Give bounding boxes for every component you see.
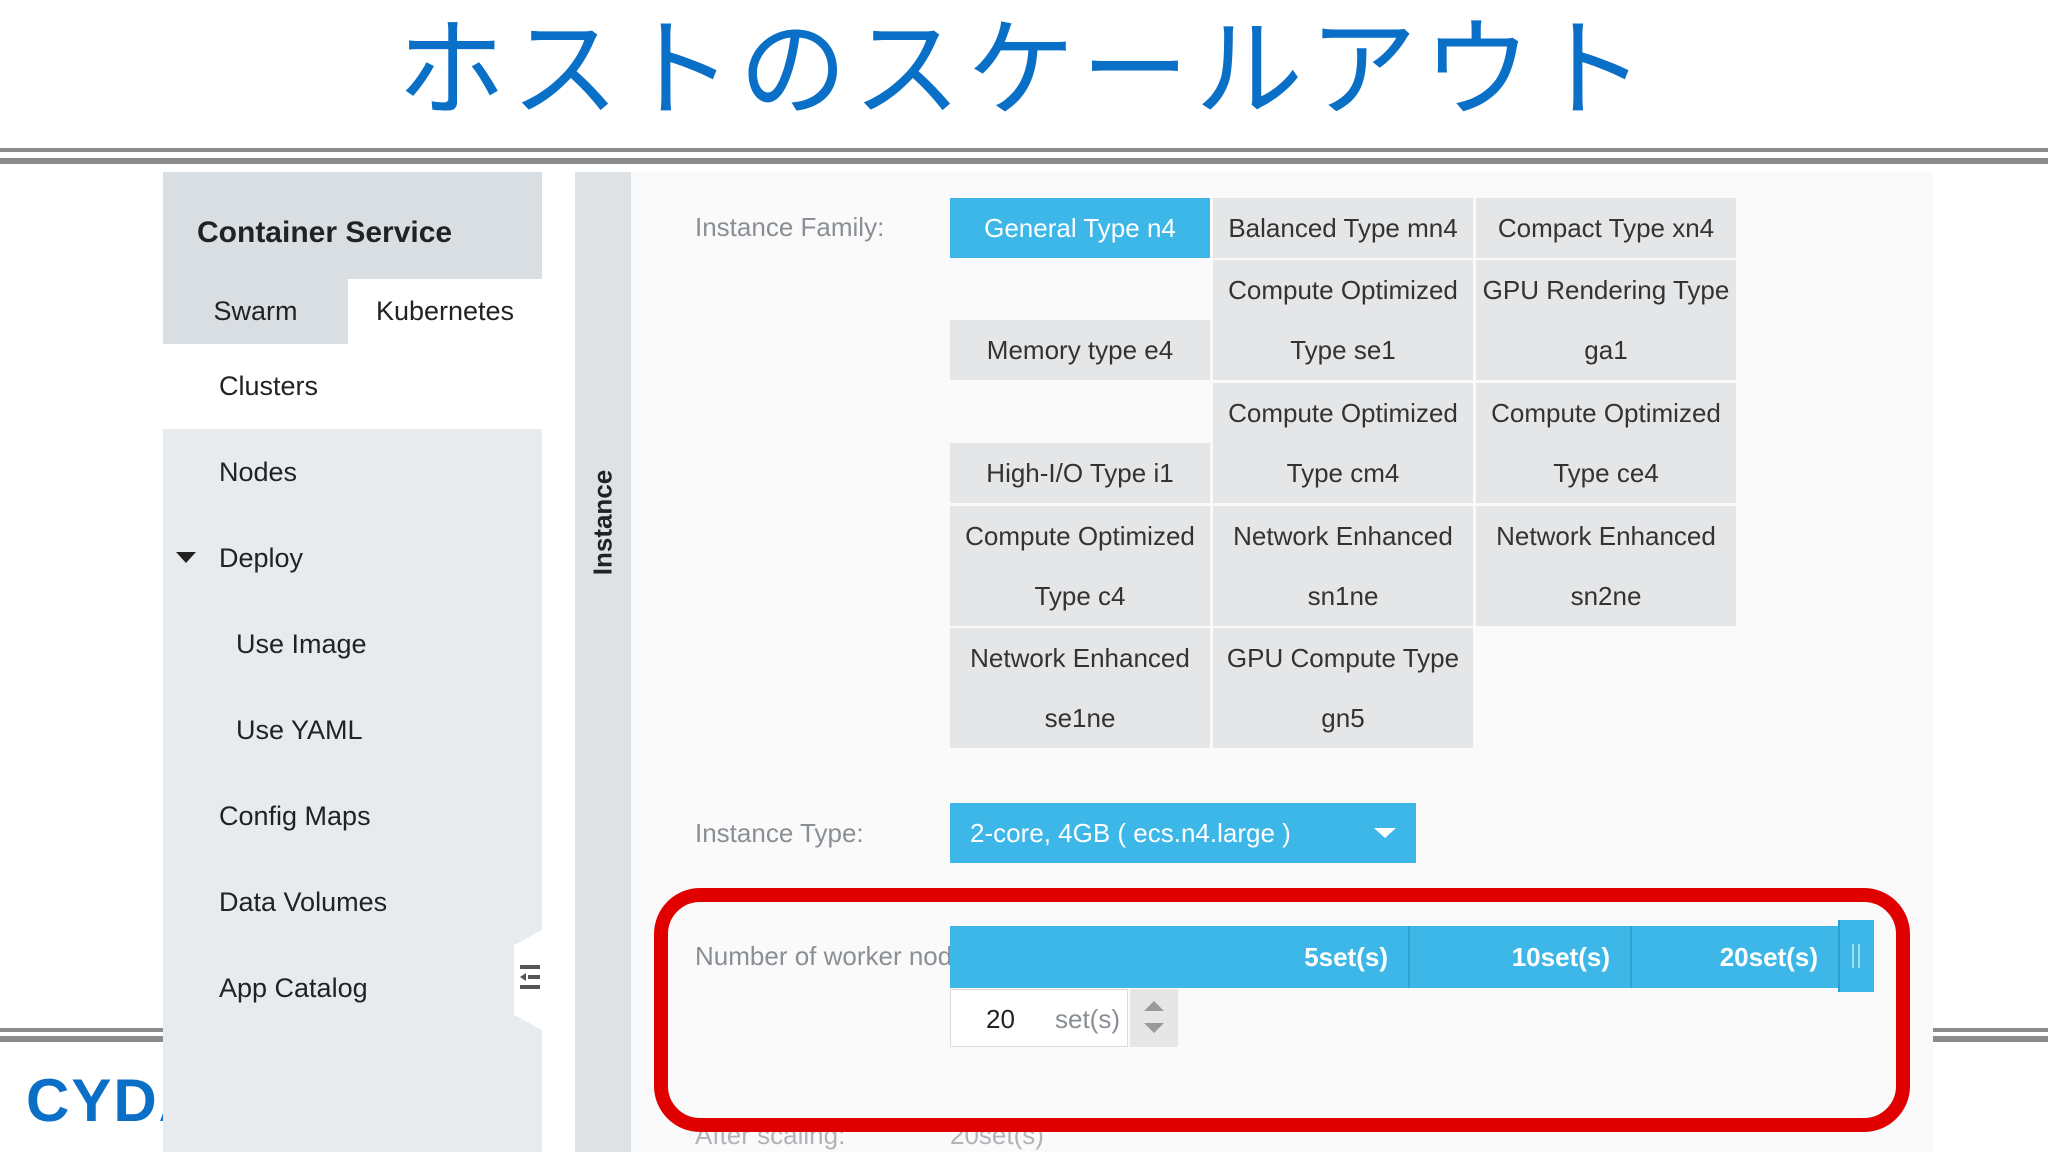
sidebar-item-use-image[interactable]: Use Image (236, 629, 367, 660)
sidebar-item-deploy[interactable]: Deploy (219, 543, 303, 574)
tab-kubernetes[interactable]: Kubernetes (348, 279, 542, 344)
family-option-label: Compute Optimized (1491, 398, 1721, 428)
title-divider-thick (0, 158, 2048, 164)
instance-family-label: Instance Family: (695, 212, 885, 242)
family-option-label: Compute Optimized (965, 521, 1195, 551)
family-option-gpu-gn5[interactable]: GPU Compute Type gn5 (1213, 628, 1473, 748)
collapse-sidebar-icon[interactable] (518, 962, 542, 992)
family-option-compact-xn4[interactable]: Compact Type xn4 (1476, 198, 1736, 258)
family-option-sublabel: sn2ne (1570, 581, 1642, 611)
sidebar-item-use-yaml[interactable]: Use YAML (236, 715, 363, 746)
sidebar-item-app-catalog[interactable]: App Catalog (219, 973, 368, 1004)
section-label-instance: Instance (587, 469, 618, 575)
instance-type-select[interactable]: 2-core, 4GB ( ecs.n4.large ) (950, 803, 1416, 863)
family-option-compute-se1[interactable]: Compute Optimized Type se1 (1213, 260, 1473, 380)
instance-type-value: 2-core, 4GB ( ecs.n4.large ) (970, 818, 1291, 848)
section-label-wrapper: Instance (575, 172, 631, 872)
family-option-label: GPU Compute Type (1226, 643, 1460, 673)
family-option-label: Compute Optimized (1228, 275, 1458, 305)
family-option-sublabel: Type ce4 (1553, 458, 1659, 488)
family-option-memory-e4[interactable]: Memory type e4 (950, 320, 1210, 380)
chevron-down-icon (1374, 828, 1396, 838)
sidebar-item-nodes[interactable]: Nodes (219, 457, 297, 488)
family-option-label: Compact Type xn4 (1497, 213, 1715, 243)
family-option-balanced-mn4[interactable]: Balanced Type mn4 (1213, 198, 1473, 258)
family-option-sublabel: Type cm4 (1286, 458, 1400, 488)
family-option-gpu-ga1[interactable]: GPU Rendering Type ga1 (1476, 260, 1736, 380)
family-option-label: Network Enhanced (970, 643, 1190, 673)
family-option-label: Memory type e4 (986, 335, 1174, 365)
family-option-label: Network Enhanced (1496, 521, 1716, 551)
family-option-network-sn1ne[interactable]: Network Enhanced sn1ne (1213, 506, 1473, 626)
chevron-down-icon[interactable] (176, 552, 196, 563)
slide-title: ホストのスケールアウト (396, 8, 1651, 133)
sidebar-item-config-maps[interactable]: Config Maps (219, 801, 371, 832)
family-option-label: Balanced Type mn4 (1228, 213, 1458, 243)
sidebar-item-clusters[interactable]: Clusters (219, 371, 318, 402)
family-option-label: Network Enhanced (1233, 521, 1453, 551)
family-option-high-io-i1[interactable]: High-I/O Type i1 (950, 443, 1210, 503)
family-option-compute-cm4[interactable]: Compute Optimized Type cm4 (1213, 383, 1473, 503)
highlight-annotation (654, 888, 1910, 1132)
family-option-sublabel: se1ne (1044, 703, 1116, 733)
instance-type-label: Instance Type: (695, 818, 864, 848)
family-option-sublabel: ga1 (1584, 335, 1628, 365)
family-option-compute-c4[interactable]: Compute Optimized Type c4 (950, 506, 1210, 626)
family-option-sublabel: sn1ne (1307, 581, 1379, 611)
sidebar-title: Container Service (197, 216, 453, 249)
tab-swarm[interactable]: Swarm (163, 279, 348, 344)
family-option-label: GPU Rendering Type (1482, 275, 1730, 305)
family-option-label: High-I/O Type i1 (986, 458, 1174, 488)
family-option-general-n4[interactable]: General Type n4 (950, 198, 1210, 258)
family-option-sublabel: Type se1 (1290, 335, 1396, 365)
family-option-sublabel: gn5 (1321, 703, 1365, 733)
title-divider (0, 148, 2048, 152)
family-option-compute-ce4[interactable]: Compute Optimized Type ce4 (1476, 383, 1736, 503)
family-option-network-sn2ne[interactable]: Network Enhanced sn2ne (1476, 506, 1736, 626)
sidebar-item-data-volumes[interactable]: Data Volumes (219, 887, 387, 918)
family-option-sublabel: Type c4 (1034, 581, 1126, 611)
family-option-label: General Type n4 (984, 213, 1176, 243)
family-option-network-se1ne[interactable]: Network Enhanced se1ne (950, 628, 1210, 748)
family-option-label: Compute Optimized (1228, 398, 1458, 428)
